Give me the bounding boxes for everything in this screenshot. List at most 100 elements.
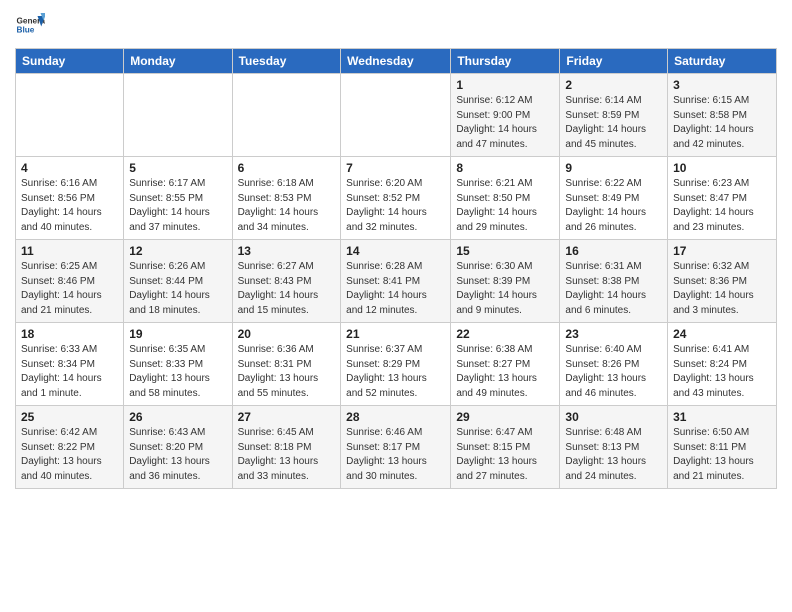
day-info: Sunrise: 6:50 AMSunset: 8:11 PMDaylight:… <box>673 426 771 484</box>
day-number: 20 <box>238 327 336 341</box>
day-number: 28 <box>346 410 445 424</box>
day-info: Sunrise: 6:41 AMSunset: 8:24 PMDaylight:… <box>673 343 771 401</box>
day-info: Sunrise: 6:45 AMSunset: 8:18 PMDaylight:… <box>238 426 336 484</box>
day-info: Sunrise: 6:43 AMSunset: 8:20 PMDaylight:… <box>129 426 226 484</box>
calendar-day-cell: 9 Sunrise: 6:22 AMSunset: 8:49 PMDaylight… <box>560 157 668 240</box>
day-info: Sunrise: 6:22 AMSunset: 8:49 PMDaylight:… <box>565 177 662 235</box>
calendar-day-cell: 21 Sunrise: 6:37 AMSunset: 8:29 PMDayligh… <box>341 323 451 406</box>
day-number: 16 <box>565 244 662 258</box>
day-info: Sunrise: 6:37 AMSunset: 8:29 PMDaylight:… <box>346 343 445 401</box>
day-number: 19 <box>129 327 226 341</box>
calendar-day-cell: 28 Sunrise: 6:46 AMSunset: 8:17 PMDayligh… <box>341 406 451 489</box>
day-number: 30 <box>565 410 662 424</box>
day-info: Sunrise: 6:17 AMSunset: 8:55 PMDaylight:… <box>129 177 226 235</box>
logo-icon: General Blue <box>15 10 45 40</box>
day-info: Sunrise: 6:46 AMSunset: 8:17 PMDaylight:… <box>346 426 445 484</box>
calendar-day-cell: 2 Sunrise: 6:14 AMSunset: 8:59 PMDaylight… <box>560 74 668 157</box>
empty-cell <box>232 74 341 157</box>
day-info: Sunrise: 6:25 AMSunset: 8:46 PMDaylight:… <box>21 260 118 318</box>
day-number: 23 <box>565 327 662 341</box>
day-number: 14 <box>346 244 445 258</box>
day-info: Sunrise: 6:38 AMSunset: 8:27 PMDaylight:… <box>456 343 554 401</box>
calendar-day-cell: 11 Sunrise: 6:25 AMSunset: 8:46 PMDayligh… <box>16 240 124 323</box>
day-info: Sunrise: 6:40 AMSunset: 8:26 PMDaylight:… <box>565 343 662 401</box>
calendar-day-cell: 24 Sunrise: 6:41 AMSunset: 8:24 PMDayligh… <box>668 323 777 406</box>
day-info: Sunrise: 6:32 AMSunset: 8:36 PMDaylight:… <box>673 260 771 318</box>
day-info: Sunrise: 6:16 AMSunset: 8:56 PMDaylight:… <box>21 177 118 235</box>
day-info: Sunrise: 6:30 AMSunset: 8:39 PMDaylight:… <box>456 260 554 318</box>
day-info: Sunrise: 6:33 AMSunset: 8:34 PMDaylight:… <box>21 343 118 401</box>
calendar-week-row: 11 Sunrise: 6:25 AMSunset: 8:46 PMDayligh… <box>16 240 777 323</box>
main-container: General Blue SundayMondayTuesdayWednesda… <box>0 0 792 499</box>
day-number: 5 <box>129 161 226 175</box>
calendar-week-row: 1 Sunrise: 6:12 AMSunset: 9:00 PMDaylight… <box>16 74 777 157</box>
day-number: 4 <box>21 161 118 175</box>
day-number: 3 <box>673 78 771 92</box>
calendar-week-row: 18 Sunrise: 6:33 AMSunset: 8:34 PMDayligh… <box>16 323 777 406</box>
day-info: Sunrise: 6:18 AMSunset: 8:53 PMDaylight:… <box>238 177 336 235</box>
weekday-header: Tuesday <box>232 49 341 74</box>
day-info: Sunrise: 6:42 AMSunset: 8:22 PMDaylight:… <box>21 426 118 484</box>
day-info: Sunrise: 6:26 AMSunset: 8:44 PMDaylight:… <box>129 260 226 318</box>
day-number: 7 <box>346 161 445 175</box>
day-number: 13 <box>238 244 336 258</box>
calendar-day-cell: 23 Sunrise: 6:40 AMSunset: 8:26 PMDayligh… <box>560 323 668 406</box>
day-info: Sunrise: 6:28 AMSunset: 8:41 PMDaylight:… <box>346 260 445 318</box>
day-number: 9 <box>565 161 662 175</box>
day-info: Sunrise: 6:47 AMSunset: 8:15 PMDaylight:… <box>456 426 554 484</box>
day-info: Sunrise: 6:27 AMSunset: 8:43 PMDaylight:… <box>238 260 336 318</box>
calendar-day-cell: 27 Sunrise: 6:45 AMSunset: 8:18 PMDayligh… <box>232 406 341 489</box>
svg-text:Blue: Blue <box>17 26 35 35</box>
weekday-header: Thursday <box>451 49 560 74</box>
empty-cell <box>16 74 124 157</box>
day-info: Sunrise: 6:21 AMSunset: 8:50 PMDaylight:… <box>456 177 554 235</box>
calendar-day-cell: 16Sunrise: 6:31 AMSunset: 8:38 PMDayligh… <box>560 240 668 323</box>
day-number: 12 <box>129 244 226 258</box>
weekday-header: Friday <box>560 49 668 74</box>
calendar-week-row: 25Sunrise: 6:42 AMSunset: 8:22 PMDayligh… <box>16 406 777 489</box>
weekday-header-row: SundayMondayTuesdayWednesdayThursdayFrid… <box>16 49 777 74</box>
day-number: 18 <box>21 327 118 341</box>
day-number: 17 <box>673 244 771 258</box>
calendar-day-cell: 30 Sunrise: 6:48 AMSunset: 8:13 PMDayligh… <box>560 406 668 489</box>
calendar-day-cell: 22 Sunrise: 6:38 AMSunset: 8:27 PMDayligh… <box>451 323 560 406</box>
day-number: 27 <box>238 410 336 424</box>
calendar-day-cell: 6 Sunrise: 6:18 AMSunset: 8:53 PMDaylight… <box>232 157 341 240</box>
day-info: Sunrise: 6:15 AMSunset: 8:58 PMDaylight:… <box>673 94 771 152</box>
weekday-header: Wednesday <box>341 49 451 74</box>
day-info: Sunrise: 6:23 AMSunset: 8:47 PMDaylight:… <box>673 177 771 235</box>
calendar-day-cell: 29 Sunrise: 6:47 AMSunset: 8:15 PMDayligh… <box>451 406 560 489</box>
day-info: Sunrise: 6:48 AMSunset: 8:13 PMDaylight:… <box>565 426 662 484</box>
day-number: 8 <box>456 161 554 175</box>
day-info: Sunrise: 6:20 AMSunset: 8:52 PMDaylight:… <box>346 177 445 235</box>
calendar-day-cell: 5 Sunrise: 6:17 AMSunset: 8:55 PMDaylight… <box>124 157 232 240</box>
calendar-day-cell: 1 Sunrise: 6:12 AMSunset: 9:00 PMDaylight… <box>451 74 560 157</box>
calendar-day-cell: 18 Sunrise: 6:33 AMSunset: 8:34 PMDayligh… <box>16 323 124 406</box>
day-info: Sunrise: 6:12 AMSunset: 9:00 PMDaylight:… <box>456 94 554 152</box>
calendar-day-cell: 3 Sunrise: 6:15 AMSunset: 8:58 PMDaylight… <box>668 74 777 157</box>
calendar-day-cell: 20Sunrise: 6:36 AMSunset: 8:31 PMDayligh… <box>232 323 341 406</box>
day-number: 11 <box>21 244 118 258</box>
day-number: 26 <box>129 410 226 424</box>
day-number: 6 <box>238 161 336 175</box>
header: General Blue <box>15 10 777 40</box>
calendar-day-cell: 7 Sunrise: 6:20 AMSunset: 8:52 PMDaylight… <box>341 157 451 240</box>
calendar-table: SundayMondayTuesdayWednesdayThursdayFrid… <box>15 48 777 489</box>
day-number: 22 <box>456 327 554 341</box>
calendar-day-cell: 10 Sunrise: 6:23 AMSunset: 8:47 PMDayligh… <box>668 157 777 240</box>
calendar-day-cell: 25Sunrise: 6:42 AMSunset: 8:22 PMDayligh… <box>16 406 124 489</box>
day-info: Sunrise: 6:35 AMSunset: 8:33 PMDaylight:… <box>129 343 226 401</box>
day-number: 2 <box>565 78 662 92</box>
day-number: 21 <box>346 327 445 341</box>
day-number: 29 <box>456 410 554 424</box>
calendar-day-cell: 26 Sunrise: 6:43 AMSunset: 8:20 PMDayligh… <box>124 406 232 489</box>
day-info: Sunrise: 6:14 AMSunset: 8:59 PMDaylight:… <box>565 94 662 152</box>
day-number: 1 <box>456 78 554 92</box>
calendar-day-cell: 17 Sunrise: 6:32 AMSunset: 8:36 PMDayligh… <box>668 240 777 323</box>
weekday-header: Sunday <box>16 49 124 74</box>
day-number: 10 <box>673 161 771 175</box>
day-number: 24 <box>673 327 771 341</box>
day-number: 31 <box>673 410 771 424</box>
logo: General Blue <box>15 10 49 40</box>
calendar-week-row: 4 Sunrise: 6:16 AMSunset: 8:56 PMDaylight… <box>16 157 777 240</box>
